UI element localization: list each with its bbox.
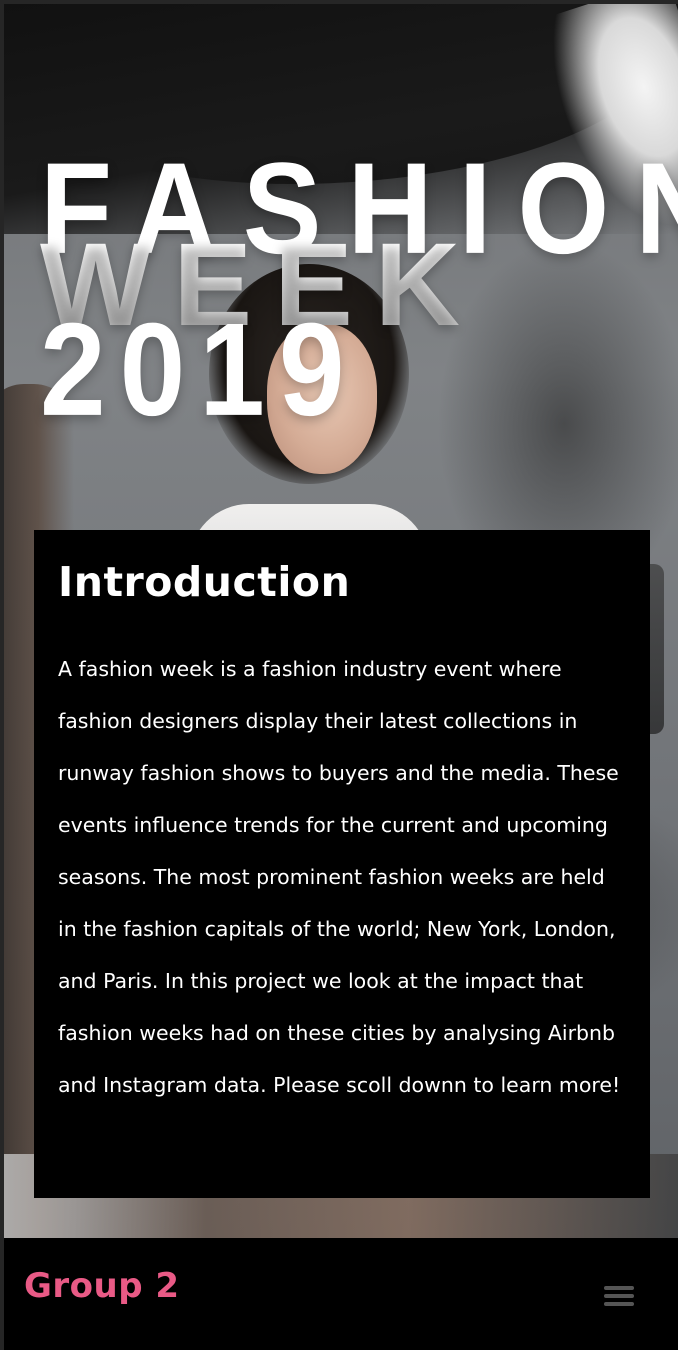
page-frame: FASHION WEEK 2019 Introduction A fashion… — [0, 0, 678, 1350]
menu-bar-middle — [604, 1294, 634, 1298]
intro-body: A fashion week is a fashion industry eve… — [58, 657, 621, 1098]
menu-bar-bottom — [604, 1302, 634, 1306]
brand-link[interactable]: Group 2 — [24, 1266, 180, 1306]
hamburger-menu-icon[interactable] — [600, 1282, 636, 1312]
hero-title-line-3: 2019 — [40, 296, 359, 444]
intro-heading: Introduction — [58, 558, 351, 606]
intro-card: Introduction A fashion week is a fashion… — [34, 530, 650, 1198]
bottom-nav-bar: Group 2 — [4, 1238, 678, 1350]
menu-bar-top — [604, 1286, 634, 1290]
